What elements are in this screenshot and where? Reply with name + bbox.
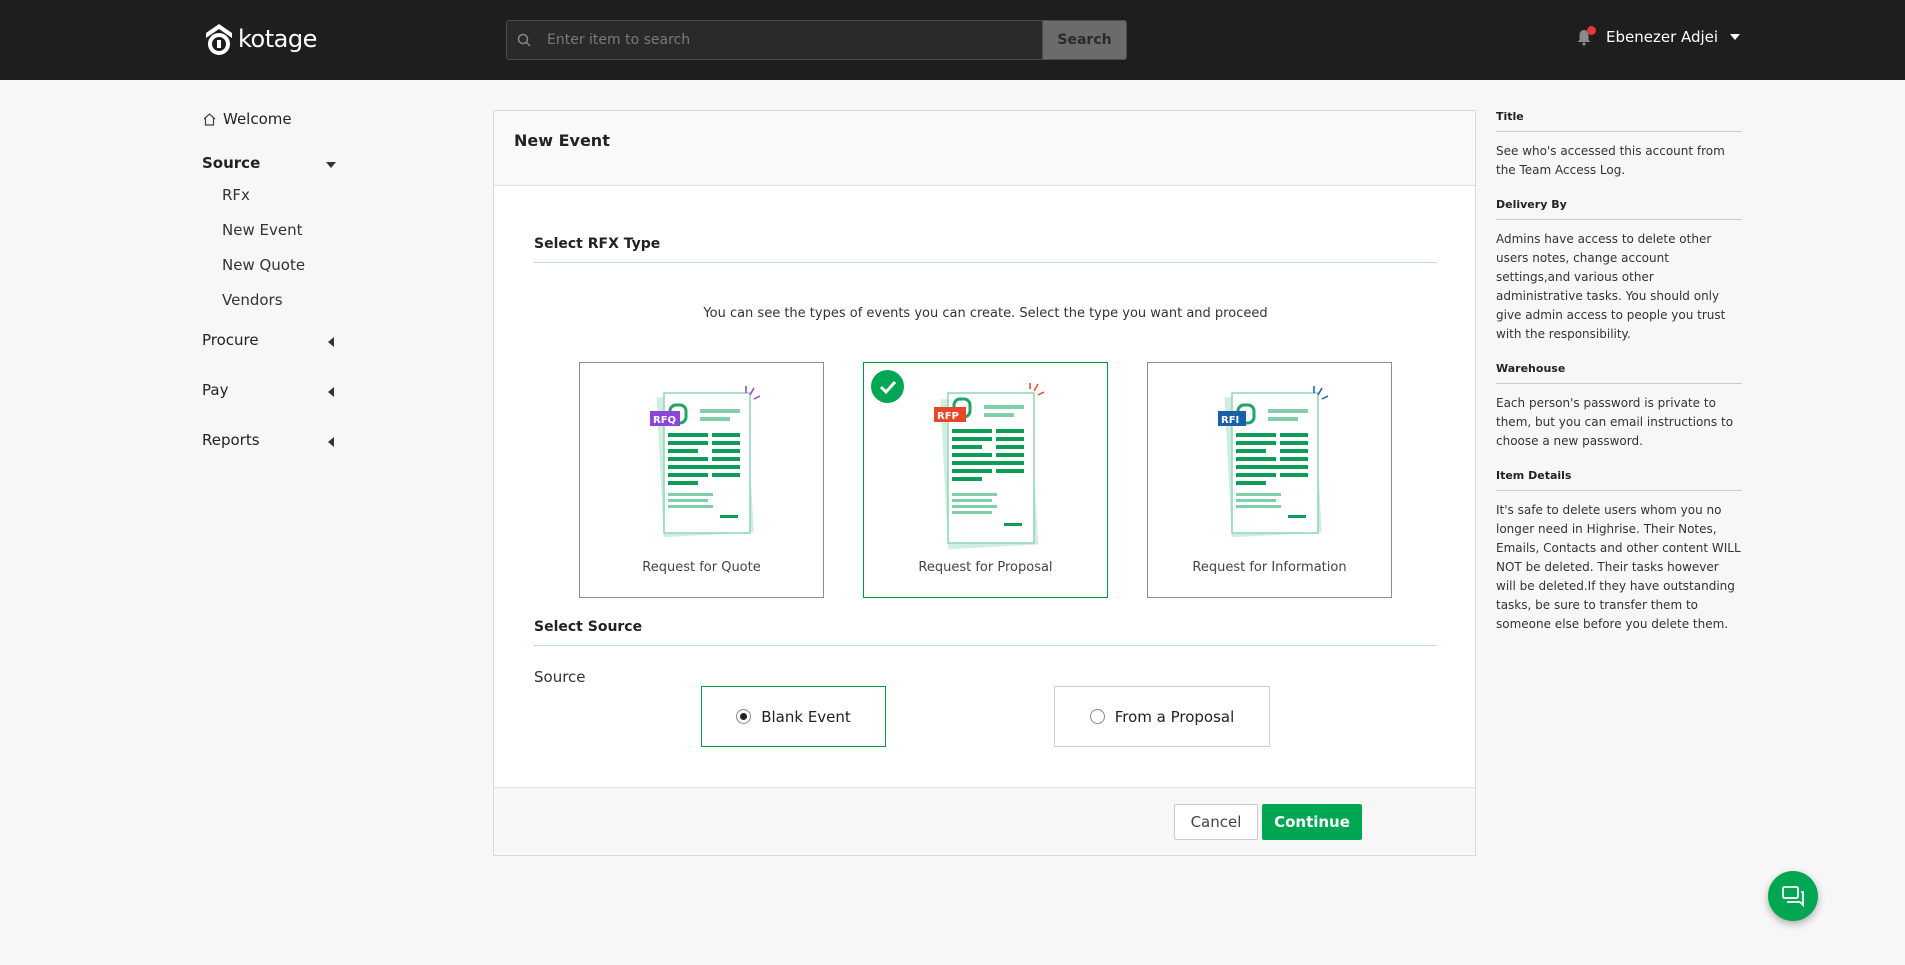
check-icon xyxy=(871,370,904,403)
search-icon xyxy=(517,33,531,47)
info-body: See who's accessed this account from the… xyxy=(1496,144,1725,177)
rfq-document-icon: RFQ xyxy=(650,386,760,538)
card-header: New Event xyxy=(494,111,1475,186)
info-body: Admins have access to delete other users… xyxy=(1496,232,1726,341)
info-title: Title xyxy=(1496,110,1742,132)
svg-text:RFQ: RFQ xyxy=(653,415,676,426)
rfx-option-label: Request for Information xyxy=(1192,560,1347,575)
card-footer: Cancel Continue xyxy=(494,787,1475,855)
chevron-down-icon xyxy=(326,162,336,168)
sidebar-item-label: Reports xyxy=(202,431,260,449)
rfx-section-title: Select RFX Type xyxy=(534,236,661,252)
search-field[interactable] xyxy=(506,20,1042,60)
chat-button[interactable] xyxy=(1768,871,1818,921)
chevron-left-icon xyxy=(328,387,334,397)
sidebar-item-label: Source xyxy=(202,154,261,172)
sidebar-item-label: Pay xyxy=(202,381,229,399)
chat-icon xyxy=(1782,886,1804,907)
radio-button[interactable] xyxy=(1089,709,1105,724)
info-title: Item Details xyxy=(1496,469,1742,491)
source-label: Source xyxy=(534,668,586,686)
divider xyxy=(534,262,1437,263)
sidebar: Welcome Source RFx New Event New Quote V… xyxy=(202,108,342,449)
search-button[interactable]: Search xyxy=(1042,20,1127,60)
search-input[interactable] xyxy=(547,32,1007,48)
bell-icon[interactable] xyxy=(1576,26,1596,46)
rfx-option-rfi[interactable]: RFI Request for Information xyxy=(1147,362,1392,598)
source-option-blank-event[interactable]: Blank Event xyxy=(701,686,886,747)
source-section-title: Select Source xyxy=(534,619,643,635)
brand-name: kotage xyxy=(238,25,317,53)
page-title: New Event xyxy=(514,131,610,150)
divider xyxy=(534,645,1437,646)
continue-button[interactable]: Continue xyxy=(1262,804,1362,840)
svg-text:RFI: RFI xyxy=(1221,415,1239,426)
user-name: Ebenezer Adjei xyxy=(1606,28,1719,46)
rfx-option-rfq[interactable]: RFQ Request for Quote xyxy=(579,362,824,598)
sidebar-item-pay[interactable]: Pay xyxy=(202,381,336,403)
rfx-hint-text: You can see the types of events you can … xyxy=(703,306,1268,321)
rfx-option-rfp[interactable]: RFP Request for Proposal xyxy=(863,362,1108,598)
sidebar-item-welcome[interactable]: Welcome xyxy=(202,108,342,130)
info-body: It's safe to delete users whom you no lo… xyxy=(1496,503,1741,631)
source-option-label: From a Proposal xyxy=(1114,707,1235,726)
info-panel: Title See who's accessed this account fr… xyxy=(1496,110,1742,652)
sidebar-item-rfx[interactable]: RFx xyxy=(222,186,250,204)
source-option-label: Blank Event xyxy=(761,707,851,726)
logo-icon xyxy=(206,24,232,55)
user-menu[interactable]: Ebenezer Adjei xyxy=(1576,26,1741,46)
sidebar-item-vendors[interactable]: Vendors xyxy=(222,291,283,309)
sidebar-item-new-quote[interactable]: New Quote xyxy=(222,256,305,274)
top-bar: kotage Search Ebenezer Adjei xyxy=(0,0,1905,80)
sidebar-item-reports[interactable]: Reports xyxy=(202,431,336,453)
notification-dot xyxy=(1587,26,1596,35)
sidebar-item-label: Welcome xyxy=(223,110,292,128)
source-option-from-proposal[interactable]: From a Proposal xyxy=(1054,686,1270,747)
search-bar: Search xyxy=(506,20,1127,60)
info-title: Delivery By xyxy=(1496,198,1742,220)
chevron-left-icon xyxy=(328,337,334,347)
rfi-document-icon: RFI xyxy=(1218,386,1328,538)
cancel-button[interactable]: Cancel xyxy=(1174,804,1258,840)
logo[interactable]: kotage xyxy=(204,22,317,56)
rfp-document-icon: RFP xyxy=(934,383,1044,550)
chevron-left-icon xyxy=(328,437,334,447)
radio-button[interactable] xyxy=(736,709,752,724)
sidebar-item-procure[interactable]: Procure xyxy=(202,331,336,353)
info-body: Each person's password is private to the… xyxy=(1496,396,1734,448)
sidebar-item-source[interactable]: Source xyxy=(202,154,336,176)
new-event-card: New Event Select RFX Type You can see th… xyxy=(493,110,1476,856)
rfx-option-label: Request for Proposal xyxy=(918,560,1053,575)
sidebar-item-label: Procure xyxy=(202,331,259,349)
info-title: Warehouse xyxy=(1496,362,1742,384)
chevron-down-icon xyxy=(1730,34,1741,40)
svg-text:RFP: RFP xyxy=(937,411,959,422)
home-icon xyxy=(203,112,216,126)
rfx-option-label: Request for Quote xyxy=(642,560,761,575)
sidebar-item-new-event[interactable]: New Event xyxy=(222,221,302,239)
